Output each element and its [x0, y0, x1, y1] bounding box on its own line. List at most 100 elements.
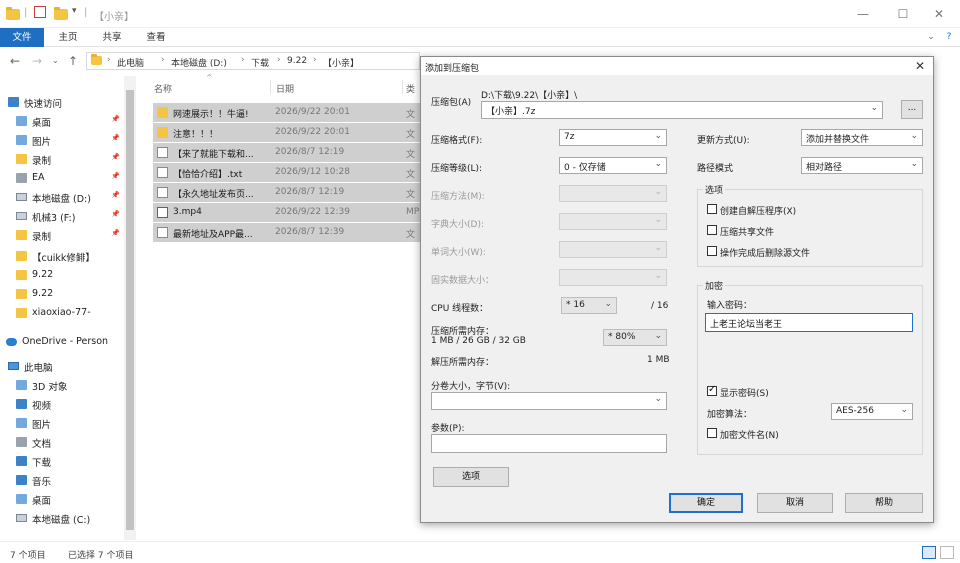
archive-name-combo[interactable]: 【小亲】.7z ⌄: [481, 101, 883, 119]
desktop-icon: [16, 116, 27, 126]
back-arrow-icon[interactable]: ←: [10, 54, 20, 68]
chevron-down-icon: ⌄: [654, 159, 662, 169]
path-mode-label: 路径模式: [697, 164, 734, 174]
ok-button[interactable]: 确定: [669, 493, 743, 513]
encryption-method-combo[interactable]: AES-256 ⌄: [831, 403, 913, 420]
sidebar-item[interactable]: 音乐: [0, 472, 124, 489]
sidebar-item[interactable]: 录制 📌: [0, 151, 124, 168]
tab-file[interactable]: 文件: [0, 28, 44, 47]
minimize-icon[interactable]: —: [848, 5, 878, 23]
new-folder-icon[interactable]: [54, 7, 68, 21]
decompress-memory-value: 1 MB: [647, 355, 670, 365]
sidebar-item[interactable]: EA 📌: [0, 170, 124, 187]
breadcrumb-current[interactable]: 【小亲】: [323, 56, 359, 69]
archive-label: 压缩包(A): [431, 98, 472, 108]
password-input[interactable]: 上老王论坛当老王: [705, 313, 913, 332]
file-row[interactable]: 3.mp4 2026/9/22 12:39 MP: [153, 203, 421, 222]
chevron-down-icon[interactable]: ⌄: [924, 28, 938, 47]
video-file-icon: [157, 207, 168, 218]
sidebar-item-label: 下载: [32, 458, 52, 469]
sidebar-item-label: 录制: [32, 232, 52, 243]
close-icon[interactable]: ✕: [924, 5, 954, 23]
sidebar-item[interactable]: 【cuikk修鲱】: [0, 248, 124, 265]
sidebar-item[interactable]: 图片: [0, 415, 124, 432]
scroll-thumb[interactable]: [126, 90, 134, 530]
close-icon[interactable]: ✕: [915, 59, 925, 73]
sidebar-item[interactable]: 快速访问: [0, 94, 124, 111]
sidebar-item[interactable]: 3D 对象: [0, 377, 124, 394]
sidebar-item[interactable]: 本地磁盘 (C:): [0, 510, 124, 527]
sidebar-item[interactable]: xiaoxiao-77-: [0, 305, 124, 322]
column-header-type[interactable]: 类: [406, 82, 415, 95]
archive-format-combo[interactable]: 7z ⌄: [559, 129, 667, 146]
tab-view[interactable]: 查看: [140, 28, 172, 47]
help-icon[interactable]: ?: [942, 28, 956, 47]
tab-home[interactable]: 主页: [52, 28, 84, 47]
text-file-icon: [157, 227, 168, 238]
pin-icon: 📌: [111, 229, 120, 237]
large-icons-view-icon[interactable]: [940, 546, 954, 559]
breadcrumb-downloads[interactable]: 下载: [251, 56, 269, 69]
column-header-date[interactable]: 日期: [276, 82, 294, 95]
sidebar-item[interactable]: 机械3 (F:) 📌: [0, 208, 124, 225]
breadcrumb-this-pc[interactable]: 此电脑: [117, 56, 144, 69]
sidebar-item[interactable]: 录制 📌: [0, 227, 124, 244]
sidebar-item[interactable]: 9.22: [0, 286, 124, 303]
file-row[interactable]: 网速展示！！牛逼! 2026/9/22 20:01 文: [153, 103, 421, 122]
details-view-icon[interactable]: [922, 546, 936, 559]
memory-usage-combo[interactable]: * 80% ⌄: [603, 329, 667, 346]
parameters-input[interactable]: [431, 434, 667, 453]
help-button[interactable]: 帮助: [845, 493, 923, 513]
tab-share[interactable]: 共享: [96, 28, 128, 47]
breadcrumb-drive-d[interactable]: 本地磁盘 (D:): [171, 56, 227, 69]
sidebar-item[interactable]: 桌面: [0, 491, 124, 508]
sidebar-item[interactable]: 桌面 📌: [0, 113, 124, 130]
cpu-threads-label: CPU 线程数：: [431, 304, 489, 314]
path-mode-combo[interactable]: 相对路径 ⌄: [801, 157, 923, 174]
customize-toolbar-icon[interactable]: ▾: [72, 6, 77, 18]
browse-button[interactable]: ...: [901, 100, 923, 119]
cancel-button[interactable]: 取消: [757, 493, 833, 513]
file-row[interactable]: 【恰恰介绍】.txt 2026/9/12 10:28 文: [153, 163, 421, 182]
file-row[interactable]: 【永久地址发布页... 2026/8/7 12:19 文: [153, 183, 421, 202]
nav-scrollbar[interactable]: [124, 76, 136, 540]
explorer-titlebar: | ▾ | 【小亲】 — ☐ ✕: [0, 0, 960, 28]
file-row[interactable]: 【来了就能下载和... 2026/8/7 12:19 文: [153, 143, 421, 162]
folder-icon: [157, 107, 168, 118]
sidebar-item[interactable]: 此电脑: [0, 358, 124, 375]
cpu-threads-combo[interactable]: * 16 ⌄: [561, 297, 617, 314]
update-mode-combo[interactable]: 添加并替换文件 ⌄: [801, 129, 923, 146]
sidebar-item[interactable]: 本地磁盘 (D:) 📌: [0, 189, 124, 206]
compression-level-combo[interactable]: 0 - 仅存储 ⌄: [559, 157, 667, 174]
forward-arrow-icon[interactable]: →: [32, 54, 42, 68]
chevron-down-icon: ⌄: [910, 131, 918, 141]
chevron-down-icon: ⌄: [654, 394, 662, 404]
pictures-icon: [16, 135, 27, 145]
music-icon: [16, 475, 27, 485]
file-date: 2026/9/22 20:01: [275, 127, 350, 137]
options-button[interactable]: 选项: [433, 467, 509, 487]
sidebar-item[interactable]: OneDrive - Person: [0, 334, 124, 351]
properties-icon[interactable]: [34, 6, 46, 18]
selection-count: 已选择 7 个项目: [68, 551, 134, 561]
breadcrumb-922[interactable]: 9.22: [287, 56, 307, 66]
sidebar-item[interactable]: 文档: [0, 434, 124, 451]
column-separator[interactable]: [402, 80, 403, 94]
sidebar-item[interactable]: 图片 📌: [0, 132, 124, 149]
file-list: ^ 名称 日期 类 网速展示！！牛逼! 2026/9/22 20:01 文注意！！！…: [140, 73, 422, 540]
sidebar-item[interactable]: 9.22: [0, 267, 124, 284]
file-row[interactable]: 最新地址及APP最... 2026/8/7 12:39 文: [153, 223, 421, 242]
sidebar-item[interactable]: 视频: [0, 396, 124, 413]
sidebar-item[interactable]: 下载: [0, 453, 124, 470]
recent-chevron-icon[interactable]: ⌄: [52, 56, 59, 65]
split-volume-combo[interactable]: ⌄: [431, 392, 667, 410]
maximize-icon[interactable]: ☐: [888, 5, 918, 23]
video-icon: [16, 399, 27, 409]
file-row[interactable]: 注意！！！ 2026/9/22 20:01 文: [153, 123, 421, 142]
address-bar[interactable]: › 此电脑 › 本地磁盘 (D:) › 下载 › 9.22 › 【小亲】: [86, 52, 420, 70]
column-separator[interactable]: [270, 80, 271, 94]
file-name: 3.mp4: [173, 207, 202, 217]
sidebar-item-label: 本地磁盘 (C:): [32, 515, 91, 526]
up-arrow-icon[interactable]: ↑: [68, 54, 78, 68]
column-header-name[interactable]: 名称: [154, 82, 172, 95]
